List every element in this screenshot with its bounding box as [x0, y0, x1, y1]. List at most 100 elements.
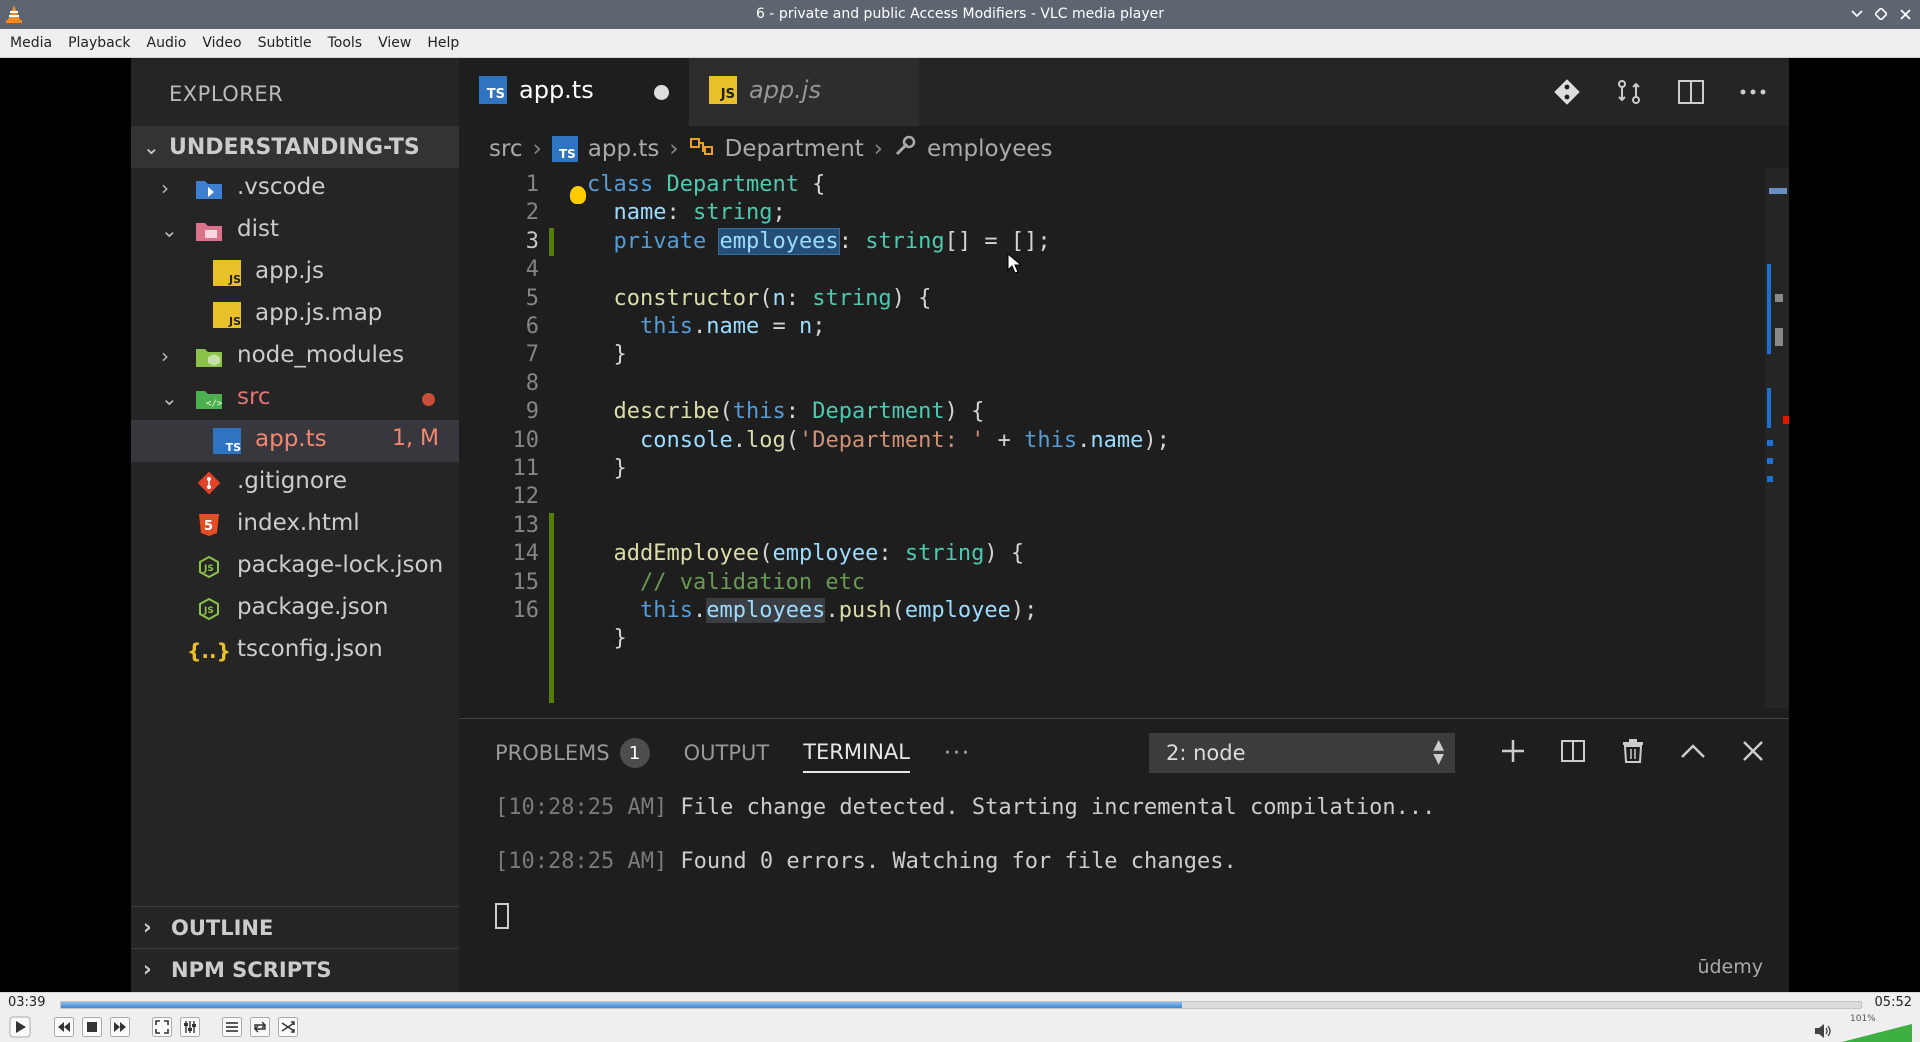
chevron-up-icon [1677, 735, 1709, 767]
window-title: 6 - private and public Access Modifiers … [755, 6, 1165, 22]
chevron-right-icon: › [161, 344, 169, 368]
overview-ruler[interactable] [1765, 168, 1789, 708]
playlist-button[interactable] [220, 1015, 244, 1039]
minimap-mark [1767, 458, 1773, 464]
line-number: 1 [525, 172, 539, 197]
split-editor-icon [1675, 76, 1707, 108]
tree-item-label: node_modules [237, 342, 405, 368]
minimap-mark [1767, 440, 1773, 446]
tree-item-index-html: 5 index.html [131, 504, 459, 546]
close-icon [1737, 735, 1769, 767]
code-line: addEmployee(employee: string) { [613, 541, 1025, 566]
ts-file-icon: TS [479, 76, 507, 104]
menu-audio[interactable]: Audio [139, 35, 195, 51]
mouse-cursor-icon [1007, 253, 1023, 274]
git-change-marker [549, 513, 554, 703]
tree-item-app-js: JS app.js [131, 252, 459, 294]
volume-slider[interactable] [1842, 1024, 1912, 1042]
play-button[interactable] [6, 1014, 34, 1040]
menu-playback[interactable]: Playback [60, 35, 138, 51]
line-number: 7 [525, 342, 539, 367]
chevron-down-icon: ⌄ [143, 135, 160, 159]
tab-label: app.js [749, 76, 821, 104]
volume-control[interactable]: 101% [1804, 1014, 1914, 1042]
tree-item-label: app.js [255, 258, 324, 284]
chevron-down-icon: ⌄ [161, 386, 178, 410]
terminal-line: [10:28:25 AM] Found 0 errors. Watching f… [495, 849, 1435, 903]
menu-video[interactable]: Video [194, 35, 249, 51]
terminal-select-value: 2: node [1166, 741, 1246, 765]
trash-icon [1617, 735, 1649, 767]
chevron-right-icon: › [161, 176, 169, 200]
menu-subtitle[interactable]: Subtitle [250, 35, 320, 51]
line-number: 12 [512, 484, 540, 509]
terminal-cursor [495, 903, 509, 929]
minimize-button[interactable] [1848, 4, 1866, 24]
menu-tools[interactable]: Tools [320, 35, 371, 51]
line-number: 5 [525, 286, 539, 311]
tree-item-node-modules: › node_modules [131, 336, 459, 378]
lightbulb-icon[interactable] [570, 186, 586, 204]
seek-bar[interactable] [60, 1001, 1862, 1009]
tree-item-tsconfig: {..} tsconfig.json [131, 630, 459, 672]
tree-item-gitignore: .gitignore [131, 462, 459, 504]
line-number: 16 [512, 598, 540, 623]
tree-item-label: dist [237, 216, 279, 242]
tree-item-src: ⌄ </> src [131, 378, 459, 420]
video-area[interactable]: EXPLORER ⌄ UNDERSTANDING-TS › .vscode ⌄ … [0, 58, 1920, 992]
editor-area: TS app.ts JS app.js src › TS app.ts › De… [459, 58, 1789, 718]
menu-view[interactable]: View [370, 35, 419, 51]
line-number: 13 [512, 513, 540, 538]
explorer-sidebar: EXPLORER ⌄ UNDERSTANDING-TS › .vscode ⌄ … [131, 58, 459, 992]
fullscreen-button[interactable] [150, 1015, 174, 1039]
code-line: private employees: string[] = []; [613, 228, 1051, 255]
code-line: } [587, 456, 627, 481]
tree-item-app-ts: TS app.ts 1, M [131, 420, 459, 462]
breadcrumb: src › TS app.ts › Department › employees [489, 132, 1053, 166]
tree-item-dist: ⌄ dist [131, 210, 459, 252]
code-line: } [587, 342, 627, 367]
breadcrumb-src: src [489, 136, 523, 162]
tree-item-package-json: JS package.json [131, 588, 459, 630]
menu-help[interactable]: Help [419, 35, 467, 51]
chevron-right-icon: › [143, 957, 152, 981]
section-label: OUTLINE [171, 916, 274, 940]
menu-media[interactable]: Media [2, 35, 60, 51]
git-icon [195, 470, 223, 496]
code-line: describe(this: Department) { [613, 399, 985, 424]
title-bar: 6 - private and public Access Modifiers … [0, 0, 1920, 29]
shuffle-button[interactable] [276, 1015, 300, 1039]
code-editor[interactable]: 1 2 3 4 5 6 7 8 9 10 11 12 13 14 15 16 c… [459, 168, 1769, 708]
tab-problems: PROBLEMS 1 [495, 733, 650, 773]
extended-settings-button[interactable] [178, 1015, 202, 1039]
restore-button[interactable] [1872, 4, 1890, 24]
chevron-down-icon: ⌄ [161, 218, 178, 242]
section-label: NPM SCRIPTS [171, 958, 332, 982]
folder-vscode-icon [195, 176, 223, 202]
explorer-title: EXPLORER [169, 82, 284, 106]
stop-button[interactable] [80, 1015, 104, 1039]
loop-button[interactable] [248, 1015, 272, 1039]
menu-bar: Media Playback Audio Video Subtitle Tool… [0, 29, 1920, 58]
problems-count-badge: 1 [619, 738, 650, 768]
error-marker [1783, 416, 1789, 424]
close-button[interactable] [1896, 4, 1914, 24]
tree-item-label: index.html [237, 510, 360, 536]
speaker-icon[interactable] [1814, 1023, 1832, 1039]
class-symbol-icon [689, 135, 715, 163]
previous-button[interactable] [52, 1015, 76, 1039]
outline-section: › OUTLINE [131, 906, 459, 948]
project-name: UNDERSTANDING-TS [169, 135, 420, 160]
line-number: 2 [525, 200, 539, 225]
line-number: 4 [525, 257, 539, 282]
tree-item-label: src [237, 384, 271, 410]
terminal-line [495, 903, 1435, 957]
minimap-mark [1767, 388, 1771, 428]
next-button[interactable] [108, 1015, 132, 1039]
git-compare-icon [1551, 76, 1583, 108]
tab-label: PROBLEMS [495, 741, 610, 765]
folder-dist-icon [195, 218, 223, 244]
js-file-icon: JS [709, 76, 737, 104]
terminal-line: [10:28:25 AM] File change detected. Star… [495, 795, 1435, 849]
more-actions-icon [1737, 76, 1769, 108]
